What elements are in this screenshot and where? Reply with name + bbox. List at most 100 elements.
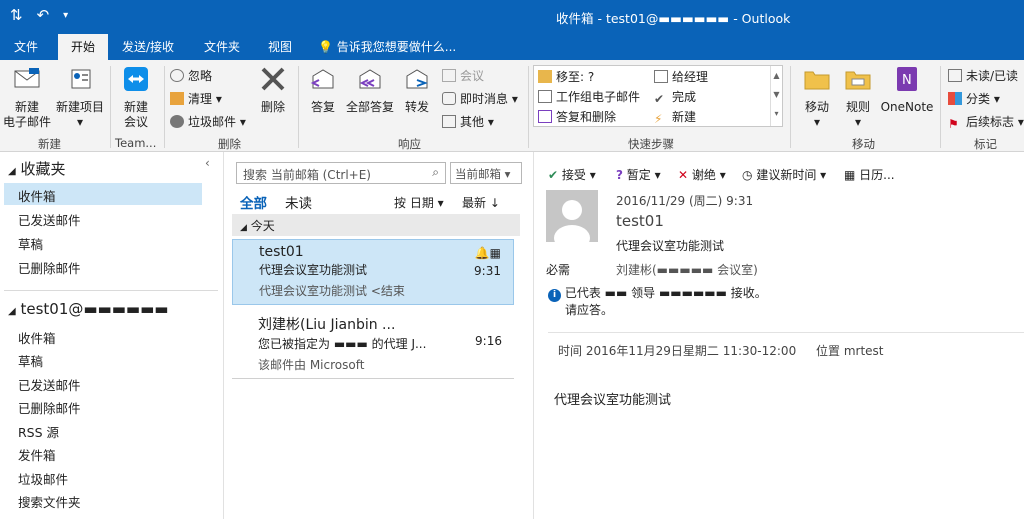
acct-outbox[interactable]: 发件箱	[18, 445, 56, 464]
acct-drafts[interactable]: 草稿	[18, 351, 43, 370]
fav-sent[interactable]: 已发送邮件	[18, 210, 81, 229]
follow-up-button[interactable]: ⚑ 后续标志 ▾	[948, 113, 1024, 131]
tab-file[interactable]: 文件	[14, 38, 38, 55]
collapse-triangle-icon: ◢	[8, 306, 16, 317]
send-receive-icon[interactable]: ⇅	[10, 6, 23, 24]
search-icon[interactable]: ⌕	[432, 165, 439, 180]
group-label-team: Team...	[115, 136, 157, 150]
quickstep-done-label: 完成	[672, 90, 697, 104]
account-header[interactable]: ◢ test01@▬▬▬▬▬▬	[8, 300, 168, 318]
quickstep-new[interactable]: ⚡ 新建	[654, 108, 697, 126]
quickstep-to-manager[interactable]: 给经理	[654, 68, 708, 85]
forward-button[interactable]: 转发	[398, 66, 436, 115]
more-respond-button[interactable]: 其他 ▾	[442, 113, 494, 130]
tab-send-receive[interactable]: 发送/接收	[122, 38, 174, 55]
teamviewer-icon	[124, 67, 148, 91]
acct-junk[interactable]: 垃圾邮件	[18, 469, 68, 488]
onenote-button[interactable]: N OneNote	[878, 66, 936, 115]
acct-inbox[interactable]: 收件箱	[18, 328, 56, 347]
favorites-label: 收藏夹	[20, 160, 66, 178]
quick-steps-scroll[interactable]: ▲ ▼ ▾	[770, 66, 782, 126]
reply-all-label: 全部答复	[345, 100, 394, 114]
acct-deleted[interactable]: 已删除邮件	[18, 398, 81, 417]
onenote-label: OneNote	[880, 100, 934, 114]
instant-message-button[interactable]: 即时消息 ▾	[442, 90, 518, 107]
search-input[interactable]: 搜索 当前邮箱 (Ctrl+E) ⌕	[236, 162, 446, 184]
meeting-reply-button[interactable]: 会议	[442, 67, 484, 84]
calendar-button[interactable]: ▦ 日历...	[844, 166, 895, 183]
move-button[interactable]: 移动 ▾	[796, 66, 838, 130]
acct-search-folders[interactable]: 搜索文件夹	[18, 492, 81, 511]
im-icon	[442, 92, 456, 105]
required-attendees-label: 必需	[546, 263, 571, 277]
clean-up-button[interactable]: 清理 ▾	[170, 90, 222, 107]
fav-deleted[interactable]: 已删除邮件	[18, 258, 81, 277]
checkmark-icon: ✔	[654, 92, 665, 106]
ignore-button[interactable]: 忽略	[170, 67, 212, 84]
title-bar: ⇅ ↶ ▾ 收件箱 - test01@▬▬▬▬▬▬ - Outlook	[0, 0, 1024, 32]
info-notice: i 已代表 ▬▬ 领导 ▬▬▬▬▬▬ 接收。 请应答。	[548, 285, 767, 318]
accept-button[interactable]: ✔ 接受 ▾	[548, 166, 596, 183]
account-label: test01@▬▬▬▬▬▬	[20, 300, 169, 318]
unread-read-button[interactable]: 未读/已读	[948, 67, 1018, 84]
required-attendees-value[interactable]: 刘建彬(▬▬▬▬▬ 会议室)	[616, 261, 758, 278]
rules-button[interactable]: 规则 ▾	[838, 66, 878, 130]
favorites-header[interactable]: ◢ 收藏夹	[8, 158, 66, 179]
new-meeting-label: 新建 会议	[123, 100, 148, 129]
person-silhouette-icon	[554, 200, 590, 242]
clean-up-icon	[170, 92, 184, 105]
tentative-button[interactable]: ? 暂定 ▾	[616, 166, 661, 183]
minimize-pane-icon[interactable]: ‹	[205, 156, 210, 170]
new-items-button[interactable]: 新建项目 ▾	[52, 66, 108, 130]
reply-all-button[interactable]: 全部答复	[344, 66, 396, 115]
quickstep-done[interactable]: ✔ 完成	[654, 88, 697, 106]
quickstep-team-email[interactable]: 工作组电子邮件	[538, 88, 640, 105]
acct-sent[interactable]: 已发送邮件	[18, 375, 81, 394]
message-preview: 该邮件由 Microsoft	[258, 358, 365, 372]
quickstep-move-label: 移至: ?	[556, 70, 595, 84]
propose-new-time-button[interactable]: ◷ 建议新时间 ▾	[742, 166, 826, 183]
categorize-button[interactable]: 分类 ▾	[948, 90, 1000, 107]
sort-order[interactable]: 最新 ↓	[462, 194, 500, 211]
delete-button[interactable]: 删除	[252, 66, 294, 115]
chevron-down-icon: ▾	[504, 167, 511, 181]
sort-by-date[interactable]: 按 日期 ▾	[394, 194, 444, 211]
tab-home[interactable]: 开始	[58, 34, 109, 60]
search-scope-dropdown[interactable]: 当前邮箱 ▾	[450, 162, 522, 184]
today-label: 今天	[250, 219, 275, 233]
forward-label: 转发	[404, 100, 429, 114]
customize-qat-icon[interactable]: ▾	[63, 10, 68, 24]
message-item[interactable]: test01 代理会议室功能测试 代理会议室功能测试 <结束 🔔▦ 9:31	[232, 239, 514, 305]
to-manager-icon	[654, 70, 668, 83]
quickstep-move-to[interactable]: 移至: ?	[538, 68, 594, 85]
quickstep-team-label: 工作组电子邮件	[556, 90, 641, 104]
tell-me-text: 告诉我您想要做什么...	[336, 40, 457, 54]
message-item[interactable]: 刘建彬(Liu Jianbin ... 您已被指定为 ▬▬▬ 的代理 J... …	[232, 310, 514, 376]
new-meeting-button[interactable]: 新建 会议	[112, 66, 160, 130]
group-separator	[528, 66, 529, 148]
quickstep-new-label: 新建	[672, 110, 697, 124]
meeting-time: 时间 2016年11月29日星期二 11:30-12:00	[558, 344, 797, 358]
acct-rss[interactable]: RSS 源	[18, 422, 59, 441]
fav-inbox[interactable]: 收件箱	[18, 186, 56, 205]
new-items-text: 新建项目	[55, 100, 104, 114]
fav-drafts[interactable]: 草稿	[18, 234, 43, 253]
message-from[interactable]: test01	[616, 212, 664, 230]
new-email-button[interactable]: 新建 电子邮件	[2, 66, 52, 130]
tab-folder[interactable]: 文件夹	[204, 38, 240, 55]
quickstep-reply-delete[interactable]: 答复和删除	[538, 108, 616, 125]
undo-icon[interactable]: ↶	[37, 6, 50, 24]
unread-read-label: 未读/已读	[966, 69, 1019, 83]
reply-button[interactable]: 答复	[304, 66, 342, 115]
filter-all[interactable]: 全部	[240, 192, 267, 212]
svg-text:N: N	[902, 73, 912, 88]
filter-unread[interactable]: 未读	[285, 192, 312, 212]
avatar	[546, 190, 598, 242]
tab-view[interactable]: 视图	[268, 38, 292, 55]
group-label-quick-steps: 快速步骤	[628, 137, 674, 151]
tell-me-box[interactable]: 💡 告诉我您想要做什么...	[318, 38, 456, 55]
junk-icon	[170, 115, 184, 128]
group-header-today[interactable]: ◢ 今天	[232, 214, 520, 236]
decline-button[interactable]: ✕ 谢绝 ▾	[678, 166, 726, 183]
junk-button[interactable]: 垃圾邮件 ▾	[170, 113, 246, 130]
